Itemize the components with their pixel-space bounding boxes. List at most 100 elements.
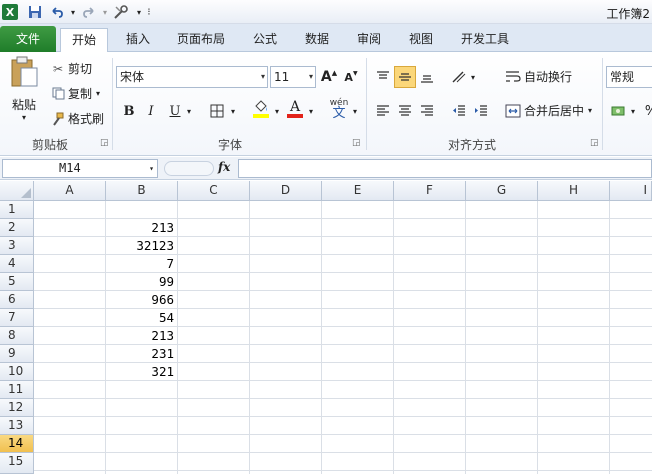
copy-button[interactable]: 复制 ▾	[50, 85, 100, 102]
cell-b10[interactable]: 321	[106, 363, 178, 381]
font-group-label: 字体	[217, 138, 242, 152]
align-top-icon[interactable]	[372, 66, 394, 88]
cell-b9[interactable]: 231	[106, 345, 178, 363]
paste-button[interactable]: 粘贴 ▾	[6, 56, 42, 136]
tab-insert[interactable]: 插入	[116, 28, 160, 52]
align-left-icon[interactable]	[372, 100, 394, 122]
cell-b4[interactable]: 7	[106, 255, 178, 273]
column-header[interactable]: B	[106, 181, 178, 201]
column-header[interactable]: G	[466, 181, 538, 201]
italic-button[interactable]: I	[140, 100, 162, 122]
row-header[interactable]: 10	[0, 363, 34, 381]
orientation-icon[interactable]	[448, 66, 470, 88]
fill-color-button[interactable]	[250, 98, 272, 120]
cut-button[interactable]: ✂ 剪切	[50, 60, 92, 77]
merge-center-button[interactable]: 合并后居中 ▾	[504, 102, 592, 119]
font-color-button[interactable]: A	[284, 98, 306, 120]
alignment-launcher-icon[interactable]: ◲	[590, 138, 599, 148]
name-box[interactable]: M14 ▾	[2, 159, 158, 178]
align-middle-icon[interactable]	[394, 66, 416, 88]
percent-icon[interactable]: %	[640, 100, 652, 122]
font-color-dropdown-icon[interactable]: ▾	[306, 100, 316, 122]
currency-dropdown-icon[interactable]: ▾	[628, 100, 638, 122]
row-header[interactable]: 8	[0, 327, 34, 345]
row-header[interactable]: 3	[0, 237, 34, 255]
format-painter-button[interactable]: 格式刷	[50, 110, 104, 127]
save-icon[interactable]	[26, 3, 44, 21]
tools-icon[interactable]	[112, 3, 130, 21]
title-bar: X ▾ ▾ ▾ ⁝ 工作簿2	[0, 0, 652, 24]
borders-icon[interactable]	[206, 100, 228, 122]
tab-developer[interactable]: 开发工具	[452, 28, 518, 52]
paint-bucket-icon	[255, 100, 267, 112]
name-box-value: M14	[59, 161, 81, 175]
excel-icon[interactable]: X	[2, 4, 18, 20]
tab-page-layout[interactable]: 页面布局	[170, 28, 232, 52]
tab-formulas[interactable]: 公式	[244, 28, 286, 52]
font-size-select[interactable]: 11 ▾	[270, 66, 316, 88]
cell-b2[interactable]: 213	[106, 219, 178, 237]
tab-data[interactable]: 数据	[296, 28, 338, 52]
font-name-select[interactable]: 宋体 ▾	[116, 66, 268, 88]
increase-indent-icon[interactable]	[470, 100, 492, 122]
row-header[interactable]: 2	[0, 219, 34, 237]
number-format-select[interactable]: 常规	[606, 66, 652, 88]
column-header[interactable]: C	[178, 181, 250, 201]
window-title: 工作簿2	[606, 7, 650, 21]
cell-b6[interactable]: 966	[106, 291, 178, 309]
shrink-font-icon[interactable]: A ▼	[340, 66, 362, 88]
row-header[interactable]: 1	[0, 201, 34, 219]
number-format-value: 常规	[610, 70, 635, 84]
column-header[interactable]: F	[394, 181, 466, 201]
select-all-corner[interactable]	[0, 181, 34, 201]
column-header[interactable]: A	[34, 181, 106, 201]
align-right-icon[interactable]	[416, 100, 438, 122]
row-header-active[interactable]: 14	[0, 435, 34, 453]
tab-view[interactable]: 视图	[400, 28, 442, 52]
bold-button[interactable]: B	[118, 100, 140, 122]
cell-b3[interactable]: 32123	[106, 237, 178, 255]
underline-dropdown-icon[interactable]: ▾	[184, 100, 194, 122]
ribbon: 粘贴 ▾ ✂ 剪切 复制 ▾ 格式刷 剪贴板 ◲ 宋体 ▾ 11 ▾ A ▲ A ▼…	[0, 52, 652, 156]
wrap-text-button[interactable]: 自动换行	[504, 68, 572, 85]
borders-dropdown-icon[interactable]: ▾	[228, 100, 238, 122]
cell-b7[interactable]: 54	[106, 309, 178, 327]
font-launcher-icon[interactable]: ◲	[352, 138, 361, 148]
orientation-dropdown-icon[interactable]: ▾	[468, 66, 478, 88]
align-bottom-icon[interactable]	[416, 66, 438, 88]
tab-review[interactable]: 审阅	[348, 28, 390, 52]
phonetic-button[interactable]: wén 文	[326, 98, 352, 120]
currency-format-icon[interactable]	[608, 100, 630, 122]
chevron-down-icon: ▾	[260, 72, 265, 81]
gridline	[34, 416, 652, 417]
clipboard-launcher-icon[interactable]: ◲	[100, 138, 109, 148]
column-header[interactable]: I	[610, 181, 652, 201]
fill-color-dropdown-icon[interactable]: ▾	[272, 100, 282, 122]
column-header[interactable]: E	[322, 181, 394, 201]
insert-function-icon[interactable]: fx	[218, 160, 230, 174]
underline-button[interactable]: U	[164, 100, 186, 122]
row-header[interactable]: 9	[0, 345, 34, 363]
phonetic-dropdown-icon[interactable]: ▾	[350, 100, 360, 122]
decrease-indent-icon[interactable]	[448, 100, 470, 122]
tab-home[interactable]: 开始	[60, 28, 108, 53]
column-header[interactable]: H	[538, 181, 610, 201]
cell-b8[interactable]: 213	[106, 327, 178, 345]
row-header[interactable]: 4	[0, 255, 34, 273]
tab-file[interactable]: 文件	[0, 26, 56, 52]
worksheet-grid[interactable]: A B C D E F G H I 1 2 3 4 5 6 7 8 9 10 1…	[0, 181, 652, 474]
row-header[interactable]: 5	[0, 273, 34, 291]
row-header[interactable]: 12	[0, 399, 34, 417]
row-header[interactable]: 11	[0, 381, 34, 399]
column-header[interactable]: D	[250, 181, 322, 201]
formula-input[interactable]	[238, 159, 652, 178]
row-header[interactable]: 7	[0, 309, 34, 327]
formula-bar-resize-handle[interactable]	[164, 161, 214, 176]
grow-font-icon[interactable]: A ▲	[318, 66, 340, 88]
merge-dropdown-icon: ▾	[588, 106, 593, 115]
cell-b5[interactable]: 99	[106, 273, 178, 291]
align-center-icon[interactable]	[394, 100, 416, 122]
row-header[interactable]: 6	[0, 291, 34, 309]
row-header[interactable]: 13	[0, 417, 34, 435]
row-header[interactable]: 15	[0, 453, 34, 474]
